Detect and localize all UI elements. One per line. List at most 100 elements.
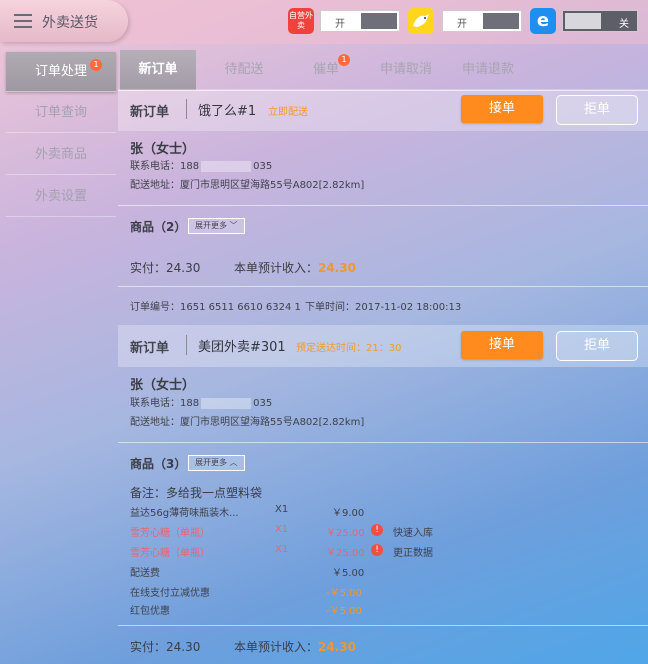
chevron-down-icon: ﹀ [229,221,238,230]
warning-icon: ! [371,544,383,556]
order-number-label: 订单编号： [130,302,180,313]
phone-label: 联系电话： [130,398,180,409]
customer-name: 张（女士） [130,142,196,157]
order-tabs: 新订单 待配送 催单 1 申请取消 申请退款 [118,50,648,90]
reject-button[interactable]: 拒单 [556,95,638,125]
expected-income: 本单预计收入：24.30 [234,638,356,655]
toggle-label: 开 [457,19,467,30]
toggle-knob [361,13,397,29]
notification-badge: 1 [90,59,102,71]
eleme-toggle[interactable]: 关 [562,10,638,32]
meituan-toggle[interactable]: 开 [442,10,522,32]
customer-phone: 联系电话：188 035 [130,394,272,409]
item-qty: X1 [275,504,289,515]
expand-more-button[interactable]: 展开更多 ︿ [188,455,245,471]
divider [118,442,648,443]
correct-data-link[interactable]: 更正数据 [393,544,433,559]
goods-count: 商品（3） [130,457,187,471]
sidebar-item-label: 外卖商品 [34,147,87,162]
divider [186,335,187,355]
order-source: 饿了么#1 [198,104,257,119]
order-source: 美团外卖#301 [198,340,286,355]
order-remark: 备注：多给我一点塑料袋 [130,486,263,500]
divider [186,99,187,119]
income-label: 本单预计收入： [234,640,319,654]
customer-phone: 联系电话：188 035 [130,157,272,172]
fee-name: 在线支付立减优惠 [130,588,210,599]
reject-button[interactable]: 拒单 [556,331,638,361]
paid-value: 24.30 [166,640,201,654]
item-name: 雪芳心糖（单瓶） [130,528,210,539]
income-value: 24.30 [318,640,356,654]
accept-button[interactable]: 接单 [461,95,543,123]
expected-income: 本单预计收入：24.30 [234,259,356,276]
phone-suffix: 035 [253,161,273,172]
customer-name: 张（女士） [130,378,196,393]
accept-button[interactable]: 接单 [461,331,543,359]
paid-amount: 实付：24.30 [130,638,200,655]
self-delivery-app-icon: 自营外卖 [288,8,314,34]
paid-amount: 实付：24.30 [130,259,200,276]
delivery-address: 配送地址：厦门市思明区望海路55号A802[2.82km] [130,417,365,428]
sidebar-item-label: 订单处理 [34,64,87,79]
sidebar-item-takeout-settings[interactable]: 外卖设置 [6,177,116,217]
phone-label: 联系电话： [130,161,180,172]
phone-prefix: 188 [180,398,200,409]
notification-badge: 1 [338,54,350,66]
order-time: 下单时间：2017-11-02 18:00:13 [305,298,461,313]
divider [118,205,648,206]
item-name: 雪芳心糖（单瓶） [130,548,210,559]
menu-icon[interactable] [14,14,32,28]
sidebar-item-takeout-goods[interactable]: 外卖商品 [6,135,116,175]
fee-amount: -￥5.00 [326,588,362,599]
meituan-kangaroo-icon [408,8,434,34]
goods-count: 商品（2） [130,220,187,234]
order-card-header: 新订单 饿了么#1 立即配送 接单 拒单 [118,89,648,131]
tab-pending-delivery[interactable]: 待配送 [206,50,282,90]
tab-reminders[interactable]: 催单 1 [288,50,364,90]
masked-digits [201,160,252,172]
toggle-knob [565,13,601,29]
tab-refund-requests[interactable]: 申请退款 [448,50,528,90]
sidebar-item-order-query[interactable]: 订单查询 [6,93,116,133]
phone-suffix: 035 [253,398,273,409]
tab-label: 催单 [312,62,339,77]
paid-value: 24.30 [166,261,201,275]
eleme-icon: e [530,8,556,34]
expand-label: 展开更多 [195,221,227,230]
paid-label: 实付： [130,261,167,275]
sidebar: 订单处理 1 订单查询 外卖商品 外卖设置 [0,44,118,664]
item-price: ￥25.00 [326,548,365,559]
order-card-header: 新订单 美团外卖#301 预定送达时间：21：30 接单 拒单 [118,325,648,367]
chevron-up-icon: ︿ [229,458,238,467]
expand-more-button[interactable]: 展开更多 ﹀ [188,218,245,234]
fee-name: 红包优惠 [130,606,170,617]
order-time-label: 下单时间： [305,302,355,313]
masked-digits [201,397,252,409]
item-qty: X1 [275,524,289,535]
sidebar-item-order-processing[interactable]: 订单处理 1 [6,52,116,92]
order-status-tag: 新订单 [130,341,170,356]
delivery-address: 配送地址：厦门市思明区望海路55号A802[2.82km] [130,180,365,191]
sidebar-item-label: 外卖设置 [34,189,87,204]
item-price: ￥9.00 [332,508,365,519]
sidebar-item-label: 订单查询 [34,105,87,120]
divider [118,625,648,626]
quick-stock-in-link[interactable]: 快速入库 [393,524,433,539]
main-panel: 新订单 待配送 催单 1 申请取消 申请退款 新订单 饿了么#1 立即配送 接单… [118,44,648,664]
delivery-note: 立即配送 [268,107,308,118]
item-name: 益达56g薄荷味瓶装木... [130,508,239,519]
tab-cancel-requests[interactable]: 申请取消 [366,50,446,90]
paid-label: 实付： [130,640,167,654]
divider [118,286,648,287]
self-delivery-toggle[interactable]: 开 [320,10,400,32]
toggle-label: 关 [619,19,629,30]
app-title: 外卖送货 [42,15,98,31]
fee-name: 配送费 [130,568,160,579]
tab-new-orders[interactable]: 新订单 [120,50,196,90]
fee-amount: -￥5.00 [326,606,362,617]
top-bar: 外卖送货 自营外卖 开 开 e 关 [0,0,648,44]
order-number-value: 1651 6511 6610 6324 1 [180,302,301,313]
warning-icon: ! [371,524,383,536]
order-status-tag: 新订单 [130,105,170,120]
